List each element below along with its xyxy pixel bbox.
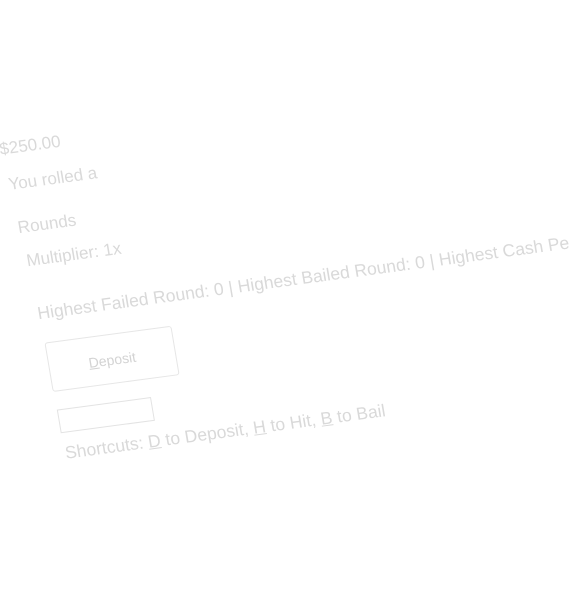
shortcut-text-deposit: to Deposit, [158,417,255,451]
shortcut-text-bail: to Bail [330,400,387,428]
deposit-button[interactable]: Deposit [44,325,180,392]
deposit-button-label: eposit [97,348,138,370]
shortcuts-prefix: Shortcuts: [63,431,150,463]
shortcut-text-hit: to Hit, [263,408,323,436]
deposit-amount-input[interactable] [56,397,155,434]
page: $250.00 You rolled a Rounds Multiplier: … [0,0,587,601]
game-panel: $250.00 You rolled a Rounds Multiplier: … [0,39,587,464]
